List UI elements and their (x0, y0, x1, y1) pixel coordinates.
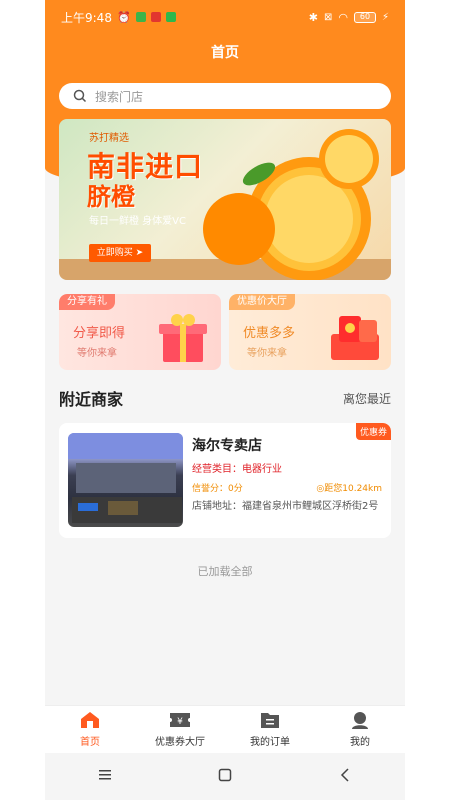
banner-title-2: 脐橙 (87, 183, 135, 211)
shop-card[interactable]: 优惠券 海尔专卖店 经营类目：电器行业 信誉分：0分 ◎距您10.24km 店铺… (59, 423, 391, 538)
red-envelope-icon (331, 316, 379, 360)
status-time: 上午9:48 (61, 10, 112, 25)
card-headline: 分享即得 (73, 326, 126, 341)
shop-address: 店铺地址：福建省泉州市鲤城区浮桥街2号 (192, 501, 379, 512)
alarm-icon: ⏰ (116, 10, 131, 24)
card-subtext: 等你来拿 (247, 348, 287, 359)
orders-icon (261, 713, 279, 728)
card-subtext: 等你来拿 (77, 348, 117, 359)
page-title: 首页 (211, 45, 239, 61)
tab-my-orders[interactable]: 我的订单 (225, 706, 315, 753)
status-bar: 上午9:48 ⏰ ✱ ⊠ ◠ 60 ⚡ (45, 6, 405, 28)
search-bar[interactable]: 搜索门店 (59, 83, 391, 109)
shop-photo (68, 433, 183, 527)
tab-home[interactable]: 首页 (45, 706, 135, 753)
user-icon (352, 712, 368, 729)
tab-label: 优惠券大厅 (155, 737, 205, 748)
sort-nearest[interactable]: 离您最近 (343, 390, 391, 407)
nearby-heading: 附近商家 (59, 390, 124, 409)
bottom-tab-bar: 首页 ¥ 优惠券大厅 我的订单 我的 (45, 705, 405, 753)
nearby-header: 附近商家 离您最近 (59, 386, 391, 410)
buy-now-button[interactable]: 立即购买 ➤ (89, 244, 151, 262)
promo-cards: 分享有礼 分享即得 等你来拿 优惠价大厅 优惠多多 等你来拿 (59, 294, 391, 370)
notification-app-icon (135, 12, 146, 22)
notification-app-icon (165, 12, 176, 22)
tab-label: 我的订单 (250, 737, 290, 748)
back-icon[interactable] (338, 768, 352, 782)
home-icon (81, 712, 99, 728)
distance-text: 距您10.24km (324, 484, 382, 494)
search-placeholder: 搜索门店 (95, 89, 144, 104)
banner-subtitle: 每日一鲜橙 身体爱VC (89, 216, 187, 227)
sim-icon: ⊠ (323, 11, 333, 23)
tab-label: 我的 (350, 737, 370, 748)
tab-me[interactable]: 我的 (315, 706, 405, 753)
coupon-icon: ¥ (170, 713, 190, 727)
bluetooth-icon: ✱ (308, 10, 318, 24)
svg-text:¥: ¥ (177, 717, 183, 727)
wifi-icon: ◠ (338, 10, 348, 24)
app-screen: 上午9:48 ⏰ ✱ ⊠ ◠ 60 ⚡ 首页 搜索门店 苏打精选 南非进口 脐橙… (45, 0, 405, 800)
card-tag: 优惠价大厅 (229, 294, 295, 310)
menu-icon[interactable] (98, 769, 112, 781)
notification-app-icon (150, 12, 161, 22)
promo-banner[interactable]: 苏打精选 南非进口 脐橙 每日一鲜橙 身体爱VC 立即购买 ➤ (59, 119, 391, 280)
system-nav-bar (45, 760, 405, 790)
search-icon (73, 89, 87, 103)
card-tag: 分享有礼 (59, 294, 115, 310)
charging-icon: ⚡ (381, 11, 389, 23)
share-gift-card[interactable]: 分享有礼 分享即得 等你来拿 (59, 294, 221, 370)
shop-distance: ◎距您10.24km (316, 481, 382, 494)
home-square-icon[interactable] (218, 768, 232, 782)
shop-score: 信誉分：0分 (192, 484, 243, 494)
battery-icon: 60 (353, 11, 376, 23)
gift-box-icon (159, 314, 207, 362)
all-loaded-note: 已加载全部 (197, 565, 253, 578)
shop-category: 经营类目：电器行业 (192, 464, 282, 475)
card-headline: 优惠多多 (243, 326, 296, 341)
shop-name: 海尔专卖店 (192, 438, 262, 454)
coupon-badge: 优惠券 (355, 423, 391, 440)
tab-coupon-hall[interactable]: ¥ 优惠券大厅 (135, 706, 225, 753)
banner-brand: 苏打精选 (89, 133, 129, 144)
tab-label: 首页 (80, 737, 100, 748)
discount-hall-card[interactable]: 优惠价大厅 优惠多多 等你来拿 (229, 294, 391, 370)
